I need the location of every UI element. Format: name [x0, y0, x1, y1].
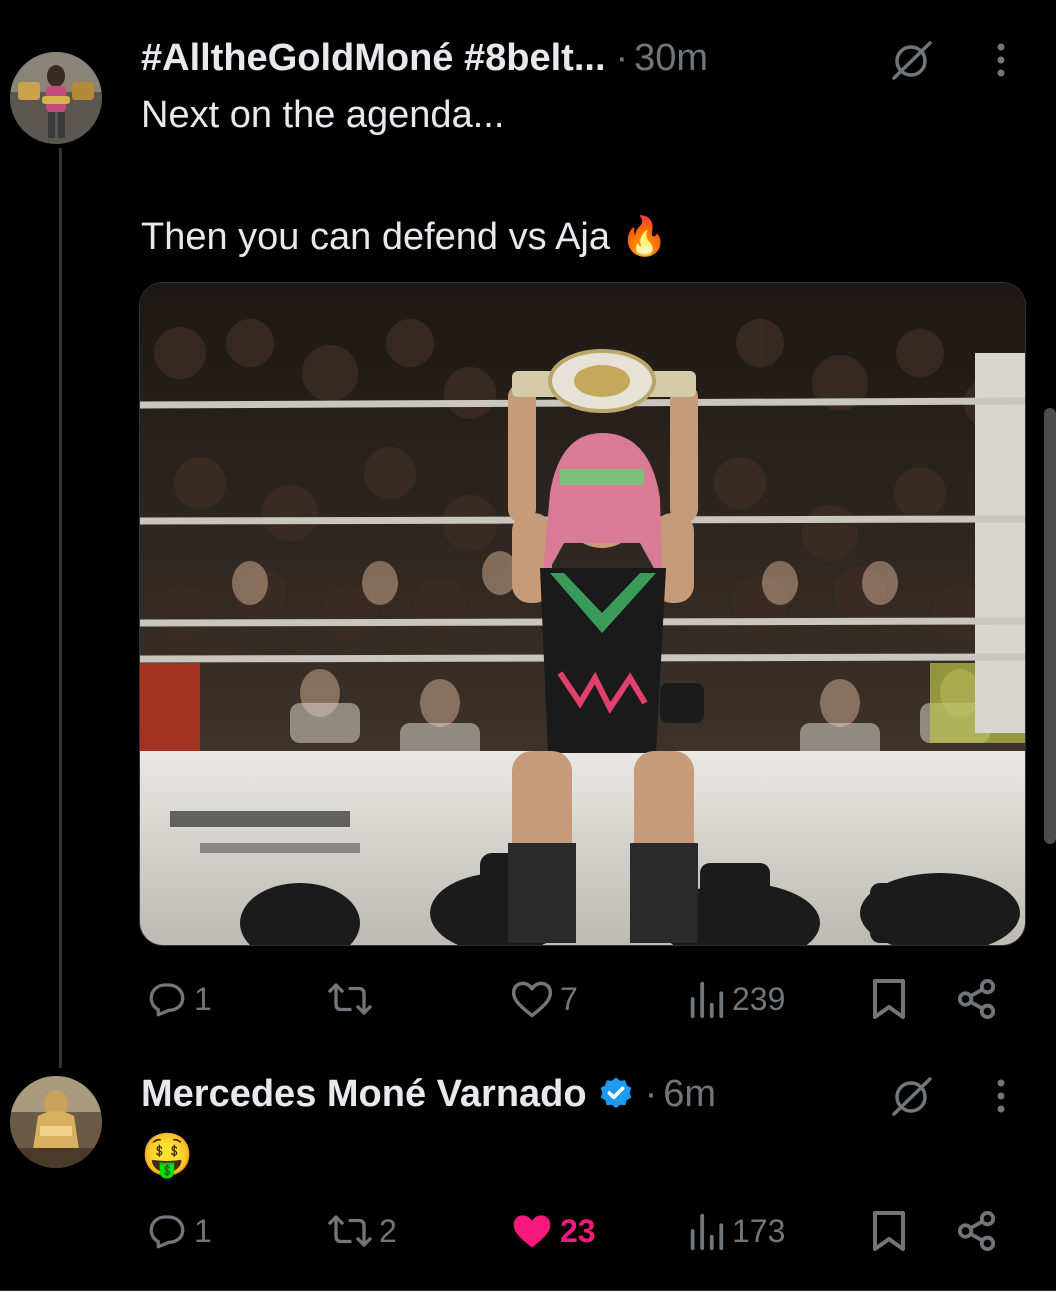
bookmark-icon: [873, 979, 905, 1019]
more-options-icon[interactable]: [994, 42, 1008, 83]
fire-emoji: 🔥: [620, 216, 668, 258]
repost-button[interactable]: 2: [327, 1206, 397, 1256]
views-chart-icon: [690, 981, 724, 1019]
separator-dot: ·: [644, 1072, 658, 1115]
tweet-media-image[interactable]: [139, 282, 1026, 946]
tweet-header: #AlltheGoldMoné #8belt... · 30m: [141, 28, 708, 88]
tweet-text-line-1: Next on the agenda...: [141, 94, 505, 136]
reply-icon: [149, 983, 185, 1017]
tweet-timestamp[interactable]: 6m: [663, 1073, 716, 1116]
separator-dot: ·: [615, 36, 629, 79]
repost-count: 2: [379, 1212, 397, 1249]
reply-button[interactable]: 1: [146, 1206, 212, 1256]
tweet-action-bar: 1 7 239: [141, 974, 1001, 1024]
tweet-text-line-2: Then you can defend vs Aja 🔥: [141, 214, 668, 260]
repost-icon: [328, 1215, 372, 1247]
avatar-image: [10, 52, 102, 144]
tweet-text-body: Then you can defend vs Aja: [141, 216, 610, 258]
thread-connector-line: [59, 148, 62, 1068]
reply-count: 1: [194, 1212, 212, 1249]
reply-count: 1: [194, 980, 212, 1017]
wrestler-photo: [140, 283, 1025, 945]
like-count: 7: [560, 980, 578, 1017]
like-count: 23: [560, 1212, 596, 1249]
scrollbar-thumb[interactable]: [1044, 408, 1056, 844]
more-options-icon[interactable]: [994, 1078, 1008, 1119]
author-avatar[interactable]: [10, 1076, 102, 1168]
tweet-timestamp[interactable]: 30m: [634, 37, 708, 80]
heart-icon: [511, 981, 553, 1018]
verified-badge-icon: [597, 1075, 635, 1113]
views-count: 173: [732, 1212, 786, 1249]
views-button[interactable]: 239: [686, 974, 785, 1024]
bookmark-button[interactable]: [871, 1206, 907, 1256]
views-count: 239: [732, 980, 786, 1017]
author-display-name[interactable]: Mercedes Moné Varnado: [141, 1073, 587, 1116]
avatar-image: [10, 1076, 102, 1168]
author-avatar[interactable]: [10, 52, 102, 144]
repost-button[interactable]: [327, 974, 379, 1024]
tweet-action-bar: 1 2 23 173: [141, 1206, 1001, 1256]
like-button[interactable]: 7: [510, 974, 578, 1024]
share-icon: [957, 978, 996, 1020]
author-display-name[interactable]: #AlltheGoldMoné #8belt...: [141, 37, 606, 80]
grok-icon[interactable]: [890, 40, 934, 85]
bookmark-button[interactable]: [871, 974, 907, 1024]
tweet-header: Mercedes Moné Varnado · 6m: [141, 1064, 716, 1124]
views-chart-icon: [690, 1213, 724, 1251]
reply-icon: [149, 1215, 185, 1249]
reply-button[interactable]: 1: [146, 974, 212, 1024]
share-icon: [957, 1210, 996, 1252]
like-button[interactable]: 23: [510, 1206, 596, 1256]
bookmark-icon: [873, 1211, 905, 1251]
share-button[interactable]: [956, 974, 998, 1024]
share-button[interactable]: [956, 1206, 998, 1256]
grok-icon[interactable]: [890, 1076, 934, 1121]
heart-filled-icon: [513, 1215, 551, 1248]
tweet-text-emoji: 🤑: [141, 1131, 194, 1178]
views-button[interactable]: 173: [686, 1206, 785, 1256]
repost-icon: [328, 983, 372, 1015]
